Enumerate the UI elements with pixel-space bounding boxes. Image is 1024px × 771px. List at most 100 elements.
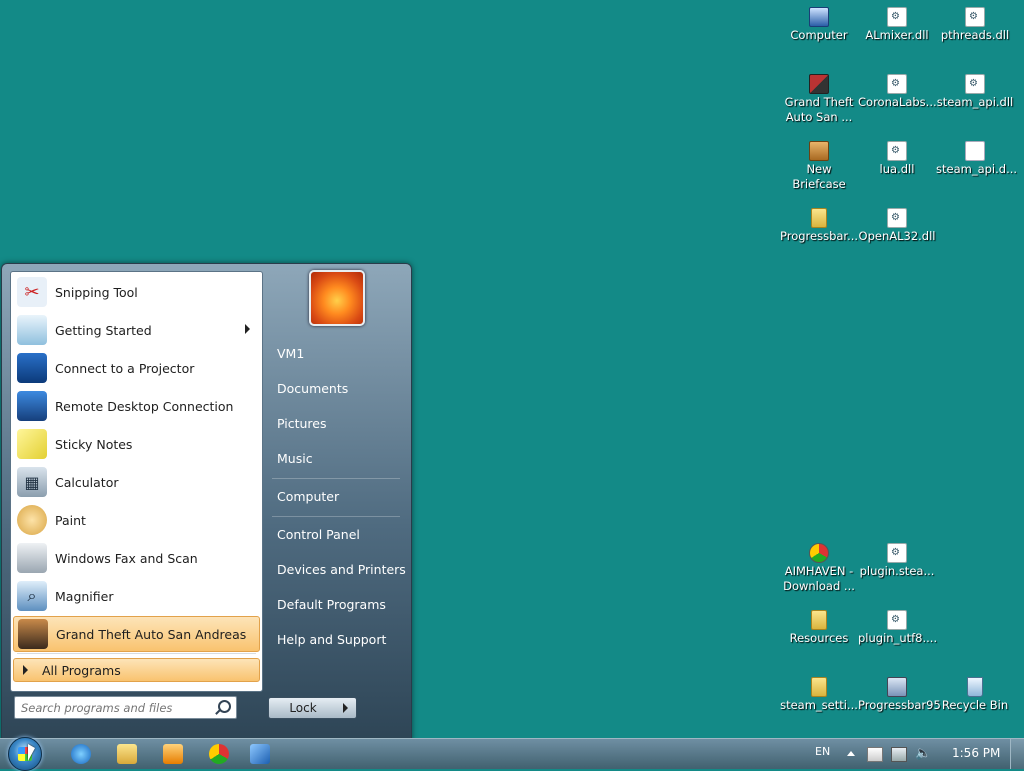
recycle-bin-icon — [967, 677, 983, 697]
dll-file-icon — [887, 141, 907, 161]
all-programs-button[interactable]: All Programs — [13, 658, 260, 682]
start-button[interactable] — [8, 737, 42, 771]
sticky-notes-icon — [17, 429, 47, 459]
program-remote-desktop[interactable]: Remote Desktop Connection — [13, 388, 260, 424]
desktop-icon-recycle-bin[interactable]: Recycle Bin — [936, 677, 1014, 713]
chrome-shortcut-icon — [809, 543, 829, 563]
language-indicator[interactable]: EN — [815, 745, 830, 758]
link-user[interactable]: VM1 — [269, 343, 413, 365]
program-sticky-notes[interactable]: Sticky Notes — [13, 426, 260, 462]
desktop-icon-label: Recycle Bin — [941, 698, 1009, 712]
desktop-icon-label: New Briefcase — [792, 162, 846, 191]
program-connect-projector[interactable]: Connect to a Projector — [13, 350, 260, 386]
zip-folder-icon — [811, 677, 827, 697]
link-devices-printers[interactable]: Devices and Printers — [269, 559, 413, 581]
calculator-icon: ▦ — [17, 467, 47, 497]
magnifier-icon: ⌕ — [17, 581, 47, 611]
link-help-support[interactable]: Help and Support — [269, 629, 413, 651]
briefcase-icon — [809, 141, 829, 161]
program-paint[interactable]: Paint — [13, 502, 260, 538]
separator — [272, 516, 400, 517]
media-player-icon[interactable] — [163, 744, 183, 764]
network-icon[interactable] — [891, 747, 907, 762]
action-center-flag-icon[interactable] — [867, 747, 883, 762]
file-explorer-icon[interactable] — [117, 744, 137, 764]
desktop-icon-almixer[interactable]: ALmixer.dll — [858, 7, 936, 43]
search-box[interactable] — [14, 696, 237, 719]
desktop-icon-openal[interactable]: OpenAL32.dll — [858, 208, 936, 244]
desktop-icon-pthreads[interactable]: pthreads.dll — [936, 7, 1014, 43]
start-menu: ✂ Snipping Tool Getting Started Connect … — [1, 263, 412, 741]
search-icon[interactable] — [218, 700, 231, 713]
program-gta-san-andreas[interactable]: Grand Theft Auto San Andreas — [13, 616, 260, 652]
paint-palette-icon — [17, 505, 47, 535]
link-pictures[interactable]: Pictures — [269, 413, 413, 435]
scissors-icon: ✂ — [17, 277, 47, 307]
exe-file-icon — [887, 677, 907, 697]
desktop-icon-steam-settings[interactable]: steam_setti... — [780, 677, 858, 713]
desktop-icon-plugin-utf8[interactable]: plugin_utf8.... — [858, 610, 937, 646]
dll-file-icon — [887, 543, 907, 563]
link-documents[interactable]: Documents — [269, 378, 413, 400]
desktop-icon-computer[interactable]: Computer — [780, 7, 858, 43]
desktop-icon-label: Computer — [790, 28, 848, 42]
desktop-icon-progressbar-zip[interactable]: Progressbar... — [780, 208, 858, 244]
expand-arrow-icon — [23, 665, 28, 675]
desktop-icon-coronalabs[interactable]: CoronaLabs... — [858, 74, 937, 110]
program-label: Magnifier — [55, 588, 114, 604]
volume-icon[interactable]: 🔈 — [915, 747, 931, 760]
taskbar: EN 🔈 1:56 PM — [0, 737, 1024, 771]
program-magnifier[interactable]: ⌕ Magnifier — [13, 578, 260, 614]
program-snipping-tool[interactable]: ✂ Snipping Tool — [13, 274, 260, 310]
link-control-panel[interactable]: Control Panel — [269, 524, 413, 546]
desktop-icon-label: CoronaLabs... — [858, 95, 937, 109]
desktop-icon-gta[interactable]: Grand Theft Auto San ... — [780, 74, 858, 125]
desktop-icon-steam-api[interactable]: steam_api.dll — [936, 74, 1014, 110]
shutdown-options-button[interactable] — [336, 697, 357, 719]
desktop-icon-label: OpenAL32.dll — [858, 229, 936, 243]
mouse-cursor-icon — [28, 744, 35, 761]
desktop-icon-steam-api-d[interactable]: steam_api.d... — [936, 141, 1017, 177]
program-label: Calculator — [55, 474, 119, 490]
desktop-icon-label: steam_setti... — [780, 698, 858, 712]
program-label: Getting Started — [55, 322, 152, 338]
lock-button[interactable]: Lock — [268, 697, 338, 719]
desktop-icon-progressbar95[interactable]: Progressbar95 — [858, 677, 941, 713]
program-label: Grand Theft Auto San Andreas — [56, 626, 247, 642]
link-default-programs[interactable]: Default Programs — [269, 594, 413, 616]
submenu-arrow-icon — [245, 324, 250, 334]
computer-icon — [809, 7, 829, 27]
visual-studio-icon[interactable] — [250, 744, 270, 764]
chrome-icon[interactable] — [209, 744, 229, 764]
desktop-icon-briefcase[interactable]: New Briefcase — [780, 141, 858, 192]
user-avatar[interactable] — [309, 270, 365, 326]
internet-explorer-icon[interactable] — [71, 744, 91, 764]
clock[interactable]: 1:56 PM — [952, 746, 1000, 760]
dll-file-icon — [887, 208, 907, 228]
dll-file-icon — [887, 7, 907, 27]
gta-game-icon — [18, 619, 48, 649]
desktop-icon-label: AIMHAVEN - Download ... — [783, 564, 855, 593]
fax-icon — [17, 543, 47, 573]
gta-game-icon — [809, 74, 829, 94]
program-label: Connect to a Projector — [55, 360, 195, 376]
desktop-icon-resources[interactable]: Resources — [780, 610, 858, 646]
desktop-icon-aimhaven[interactable]: AIMHAVEN - Download ... — [780, 543, 858, 594]
desktop-icon-label: Grand Theft Auto San ... — [784, 95, 854, 124]
dll-file-icon — [887, 74, 907, 94]
separator — [272, 478, 400, 479]
program-getting-started[interactable]: Getting Started — [13, 312, 260, 348]
link-music[interactable]: Music — [269, 448, 413, 470]
program-calculator[interactable]: ▦ Calculator — [13, 464, 260, 500]
dll-file-icon — [965, 7, 985, 27]
link-computer[interactable]: Computer — [269, 486, 413, 508]
program-fax-scan[interactable]: Windows Fax and Scan — [13, 540, 260, 576]
desktop-icon-label: ALmixer.dll — [865, 28, 929, 42]
desktop-icon-plugin-steam[interactable]: plugin.stea... — [858, 543, 936, 579]
search-input[interactable] — [19, 697, 213, 718]
desktop-icon-label: pthreads.dll — [940, 28, 1010, 42]
show-desktop-button[interactable] — [1010, 739, 1024, 769]
desktop-icon-lua[interactable]: lua.dll — [858, 141, 936, 177]
show-hidden-icons-icon[interactable] — [847, 751, 855, 756]
zip-folder-icon — [811, 208, 827, 228]
